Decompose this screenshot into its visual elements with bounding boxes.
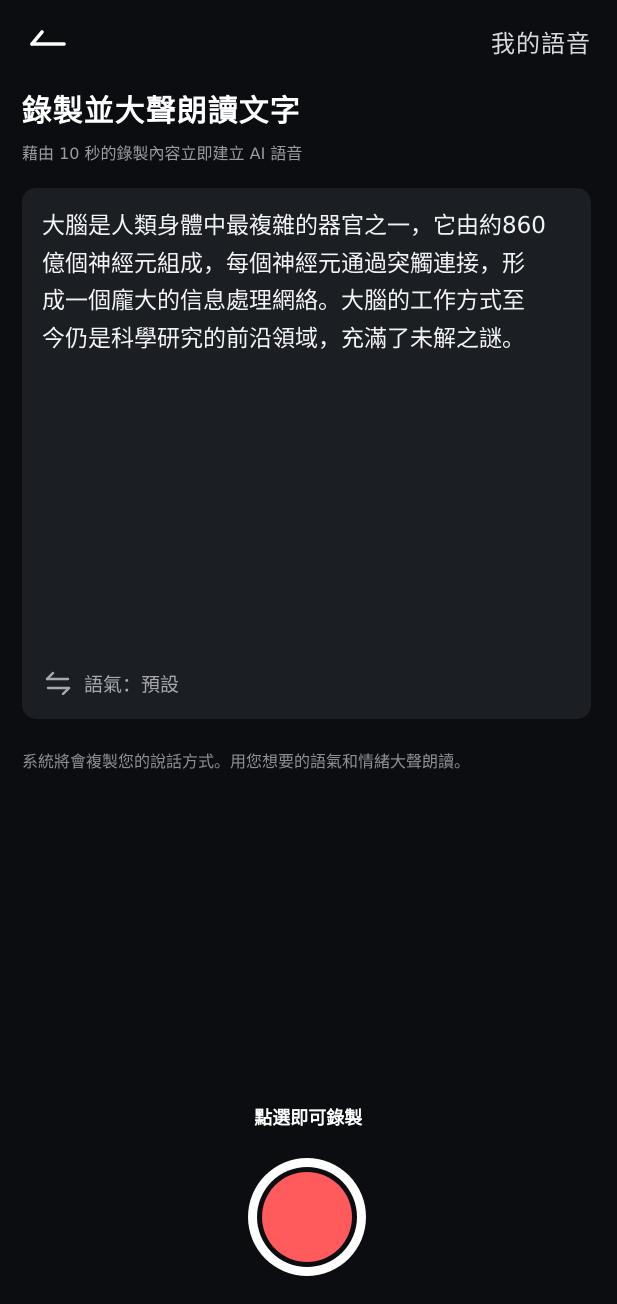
back-arrow-icon bbox=[30, 30, 66, 46]
page-subtitle: 藉由 10 秒的錄製內容立即建立 AI 語音 bbox=[22, 144, 303, 163]
record-dot bbox=[262, 1172, 352, 1262]
script-text: 大腦是人類身體中最複雜的器官之一，它由約860 億個神經元組成，每個神經元通過突… bbox=[42, 213, 546, 352]
record-prompt: 點選即可錄製 bbox=[254, 1108, 363, 1129]
hint-text: 系統將會複製您的說話方式。用您想要的語氣和情緒大聲朗讀。 bbox=[22, 752, 471, 771]
tone-label: 語氣：預設 bbox=[84, 673, 180, 696]
script-card: 大腦是人類身體中最複雜的器官之一，它由約860 億個神經元組成，每個神經元通過突… bbox=[22, 188, 591, 719]
back-button[interactable] bbox=[26, 22, 70, 58]
swap-arrows-icon bbox=[45, 671, 71, 695]
top-bar: 我的語音 bbox=[0, 0, 617, 80]
record-button[interactable] bbox=[248, 1158, 366, 1276]
page-title: 錄製並大聲朗讀文字 bbox=[22, 94, 301, 129]
record-button-ring bbox=[257, 1167, 357, 1267]
tone-selector[interactable]: 語氣：預設 bbox=[44, 666, 179, 700]
my-voice-link[interactable]: 我的語音 bbox=[491, 24, 591, 59]
